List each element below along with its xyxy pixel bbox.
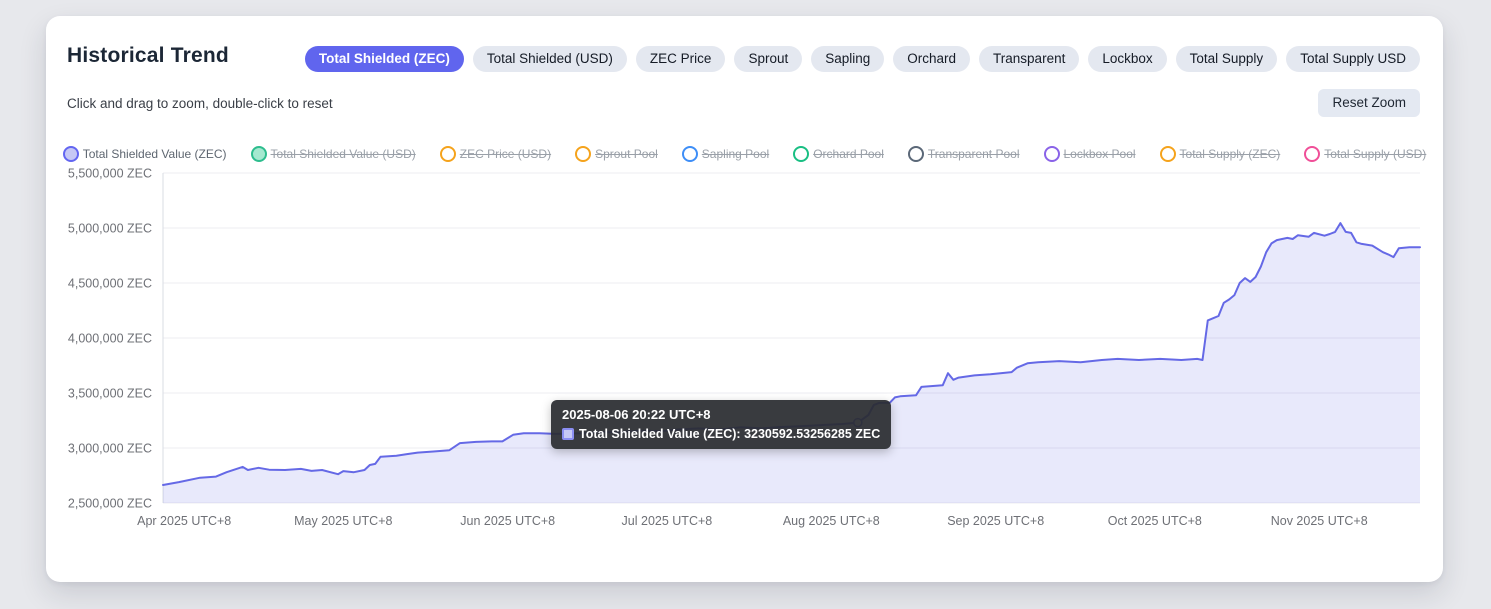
- legend-marker-icon: [63, 146, 79, 162]
- historical-trend-card: Historical Trend Total Shielded (ZEC) To…: [46, 16, 1443, 582]
- page-title: Historical Trend: [67, 44, 229, 68]
- legend-item-label: ZEC Price (USD): [460, 147, 551, 161]
- legend-item-label: Sapling Pool: [702, 147, 769, 161]
- legend-marker-icon: [575, 146, 591, 162]
- legend-item-total-supply-zec[interactable]: Total Supply (ZEC): [1160, 146, 1281, 162]
- zoom-hint: Click and drag to zoom, double-click to …: [67, 96, 333, 111]
- legend-item-sapling-pool[interactable]: Sapling Pool: [682, 146, 769, 162]
- legend-item-label: Total Shielded Value (ZEC): [83, 147, 227, 161]
- legend-item-total-shielded-usd[interactable]: Total Shielded Value (USD): [251, 146, 416, 162]
- tab-total-supply-usd[interactable]: Total Supply USD: [1286, 46, 1420, 72]
- legend-item-label: Transparent Pool: [928, 147, 1020, 161]
- tab-total-shielded-zec[interactable]: Total Shielded (ZEC): [305, 46, 464, 72]
- tab-total-supply[interactable]: Total Supply: [1176, 46, 1278, 72]
- legend-item-transparent-pool[interactable]: Transparent Pool: [908, 146, 1020, 162]
- legend-item-sprout-pool[interactable]: Sprout Pool: [575, 146, 658, 162]
- legend-item-orchard-pool[interactable]: Orchard Pool: [793, 146, 884, 162]
- legend-item-label: Sprout Pool: [595, 147, 658, 161]
- legend-marker-icon: [251, 146, 267, 162]
- tab-lockbox[interactable]: Lockbox: [1088, 46, 1166, 72]
- legend-item-zec-price-usd[interactable]: ZEC Price (USD): [440, 146, 551, 162]
- legend-marker-icon: [440, 146, 456, 162]
- tooltip-date: 2025-08-06 20:22 UTC+8: [562, 407, 880, 422]
- tooltip-series-swatch-icon: [562, 428, 574, 440]
- legend-marker-icon: [682, 146, 698, 162]
- legend-marker-icon: [1044, 146, 1060, 162]
- legend-marker-icon: [1160, 146, 1176, 162]
- tab-sprout[interactable]: Sprout: [734, 46, 802, 72]
- reset-zoom-button[interactable]: Reset Zoom: [1318, 89, 1420, 117]
- legend-item-label: Total Shielded Value (USD): [271, 147, 416, 161]
- legend-marker-icon: [1304, 146, 1320, 162]
- legend-item-label: Total Supply (USD): [1324, 147, 1426, 161]
- legend-marker-icon: [908, 146, 924, 162]
- tab-total-shielded-usd[interactable]: Total Shielded (USD): [473, 46, 627, 72]
- legend-item-total-supply-usd[interactable]: Total Supply (USD): [1304, 146, 1426, 162]
- legend-marker-icon: [793, 146, 809, 162]
- legend-item-total-shielded-zec[interactable]: Total Shielded Value (ZEC): [63, 146, 227, 162]
- legend-item-label: Lockbox Pool: [1064, 147, 1136, 161]
- legend-item-label: Orchard Pool: [813, 147, 884, 161]
- legend-item-label: Total Supply (ZEC): [1180, 147, 1281, 161]
- chart-tooltip: 2025-08-06 20:22 UTC+8 Total Shielded Va…: [551, 400, 891, 449]
- chart-legend: Total Shielded Value (ZEC) Total Shielde…: [46, 146, 1443, 162]
- tooltip-value: Total Shielded Value (ZEC): 3230592.5325…: [579, 427, 880, 441]
- tab-zec-price[interactable]: ZEC Price: [636, 46, 726, 72]
- tab-transparent[interactable]: Transparent: [979, 46, 1079, 72]
- metric-tabs: Total Shielded (ZEC) Total Shielded (USD…: [305, 46, 1420, 72]
- tab-orchard[interactable]: Orchard: [893, 46, 970, 72]
- tab-sapling[interactable]: Sapling: [811, 46, 884, 72]
- legend-item-lockbox-pool[interactable]: Lockbox Pool: [1044, 146, 1136, 162]
